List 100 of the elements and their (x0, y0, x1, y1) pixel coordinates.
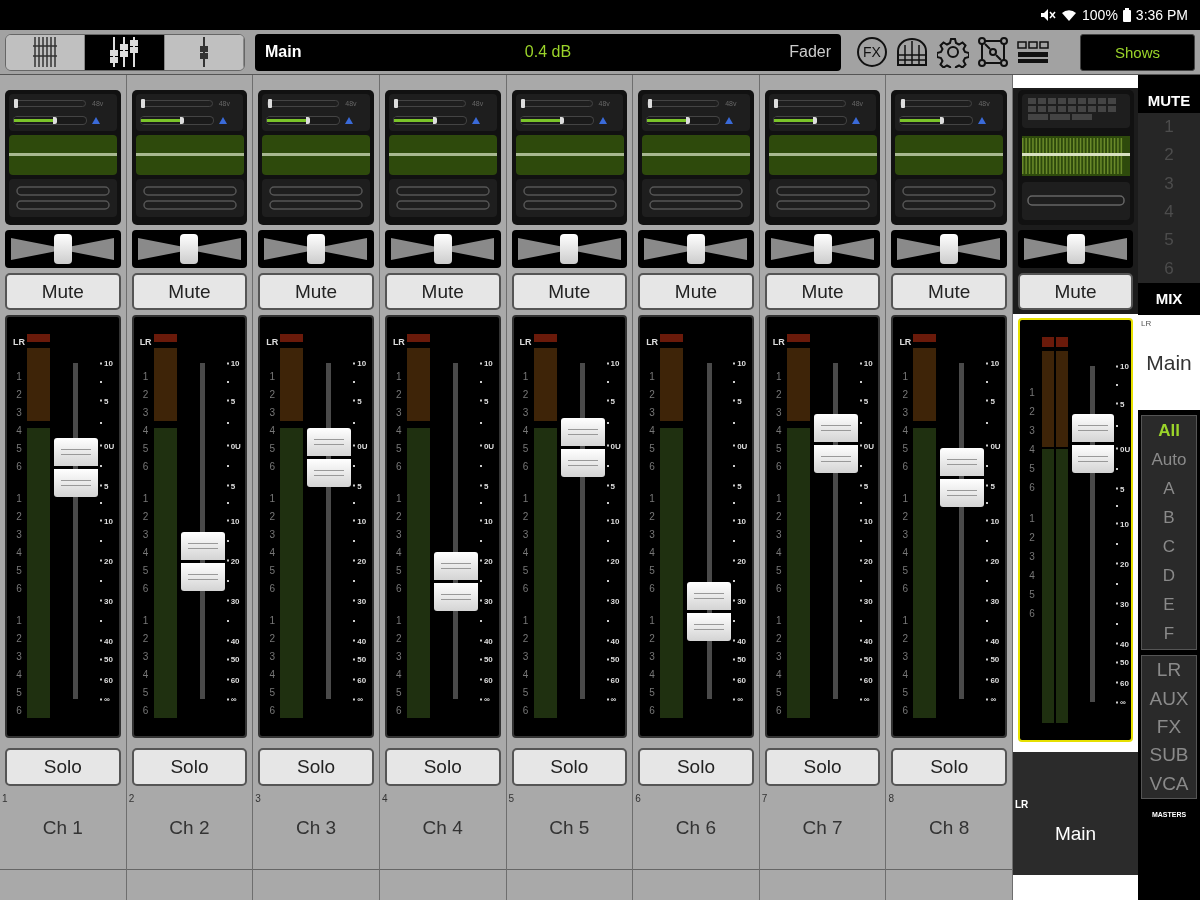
gain-slider-fill[interactable] (140, 117, 184, 124)
view-mode-tab[interactable] (85, 34, 165, 70)
input-slider-thumb[interactable] (14, 99, 19, 108)
pan-thumb[interactable] (940, 234, 959, 264)
pan-slider[interactable] (764, 230, 881, 268)
gain-slider[interactable] (647, 117, 720, 124)
filter-tab[interactable]: C (1142, 537, 1196, 558)
view-mode-tab[interactable] (6, 34, 86, 70)
pan-thumb[interactable] (560, 234, 579, 264)
channel-name-tab[interactable]: 6 Ch 6 (633, 786, 759, 869)
input-slider-thumb[interactable] (394, 99, 399, 108)
mute-button[interactable]: Mute (891, 273, 1007, 310)
mute-button[interactable]: Mute (131, 273, 248, 310)
pan-thumb[interactable] (813, 234, 832, 264)
channel-name-tab[interactable]: LR Main (1013, 752, 1138, 875)
routing-button[interactable] (977, 36, 1009, 68)
input-slider-thumb[interactable] (520, 99, 525, 108)
filter-tab[interactable]: A (1142, 478, 1196, 499)
gain-slider-fill[interactable] (393, 117, 438, 124)
channel-name-tab[interactable]: 3 Ch 3 (253, 786, 379, 869)
solo-button[interactable]: Solo (131, 748, 248, 786)
pan-thumb[interactable] (307, 234, 326, 264)
gain-slider[interactable] (140, 117, 213, 124)
solo-button[interactable]: Solo (5, 748, 121, 786)
pan-slider[interactable] (131, 230, 248, 268)
fader-knob[interactable] (1072, 413, 1114, 473)
fader-knob[interactable] (180, 531, 225, 591)
mute-button[interactable]: Mute (1018, 273, 1133, 310)
pan-thumb[interactable] (1066, 234, 1085, 264)
masters-tab[interactable]: FX (1142, 715, 1196, 738)
gain-slider-fill[interactable] (647, 117, 691, 124)
pan-slider[interactable] (511, 230, 628, 268)
eq-curve-drawing[interactable] (262, 135, 371, 175)
eq-curve-drawing[interactable] (768, 135, 877, 175)
channel-name-tab[interactable]: 8 Ch 8 (886, 786, 1012, 869)
mute-button[interactable]: Mute (384, 273, 501, 310)
filter-tab[interactable]: F (1142, 624, 1196, 645)
pan-thumb[interactable] (686, 234, 705, 264)
eq-curve-drawing[interactable] (895, 135, 1004, 175)
solo-button[interactable]: Solo (891, 748, 1007, 786)
gain-slider-fill[interactable] (14, 117, 58, 124)
gain-slider-fill[interactable] (267, 117, 311, 124)
gain-slider-fill[interactable] (900, 117, 944, 124)
channel-name-tab[interactable]: 2 Ch 2 (126, 786, 253, 869)
input-slider-thumb[interactable] (647, 99, 652, 108)
pan-slider[interactable] (1018, 230, 1133, 268)
mute-button[interactable]: Mute (511, 273, 628, 310)
input-slider-thumb[interactable] (141, 99, 145, 108)
processing-overview-drawing[interactable] (1018, 90, 1134, 225)
fader-knob[interactable] (54, 437, 98, 497)
solo-button[interactable]: Solo (258, 748, 374, 786)
settings-button[interactable] (937, 36, 969, 68)
input-slider-thumb[interactable] (267, 99, 272, 108)
fx-button[interactable]: FX (857, 37, 887, 67)
mute-button[interactable]: Mute (258, 273, 374, 310)
mute-button[interactable]: Mute (638, 273, 754, 310)
solo-button[interactable]: Solo (511, 748, 628, 786)
masters-tab[interactable]: AUX (1142, 687, 1196, 710)
solo-button[interactable]: Solo (764, 748, 881, 786)
fader-knob[interactable] (940, 447, 985, 507)
input-slider-thumb[interactable] (900, 99, 905, 108)
eq-curve-drawing[interactable] (515, 135, 624, 175)
gain-slider[interactable] (520, 117, 593, 124)
pan-slider[interactable] (258, 230, 374, 268)
fader-knob[interactable] (433, 551, 478, 611)
channel-name-tab[interactable]: 7 Ch 7 (759, 786, 886, 869)
mute-button[interactable]: Mute (764, 273, 881, 310)
mute-button[interactable]: Mute (5, 273, 121, 310)
pan-thumb[interactable] (180, 234, 199, 264)
eq-curve-drawing[interactable] (9, 135, 117, 175)
fader-knob[interactable] (307, 427, 352, 487)
pan-slider[interactable] (384, 230, 501, 268)
solo-button[interactable]: Solo (384, 748, 501, 786)
fader-knob[interactable] (687, 582, 732, 642)
gain-slider-fill[interactable] (520, 117, 564, 124)
pan-thumb[interactable] (433, 234, 452, 264)
filter-tab[interactable]: All (1142, 420, 1196, 441)
eq-curve-drawing[interactable] (135, 135, 244, 175)
pan-slider[interactable] (5, 230, 121, 268)
filter-tab[interactable]: E (1142, 595, 1196, 616)
gain-slider[interactable] (393, 117, 466, 124)
channel-name-tab[interactable]: 5 Ch 5 (506, 786, 633, 869)
shows-button[interactable]: Shows (1080, 33, 1195, 71)
masters-tab[interactable]: VCA (1142, 772, 1196, 795)
pan-slider[interactable] (638, 230, 754, 268)
gain-slider[interactable] (14, 117, 86, 124)
filter-tab[interactable]: Auto (1142, 449, 1196, 470)
gain-slider[interactable] (900, 117, 973, 124)
mix-selector[interactable]: LR Main (1138, 315, 1200, 410)
gain-slider[interactable] (773, 117, 846, 124)
keyboard-button[interactable] (895, 37, 929, 67)
eq-curve-drawing[interactable] (388, 135, 497, 175)
input-slider-thumb[interactable] (774, 99, 779, 108)
masters-tab[interactable]: SUB (1142, 744, 1196, 767)
gain-slider-fill[interactable] (773, 117, 817, 124)
channel-name-tab[interactable]: 1 Ch 1 (0, 786, 126, 869)
pan-thumb[interactable] (53, 234, 72, 264)
eq-curve-drawing[interactable] (642, 135, 751, 175)
filter-tab[interactable]: D (1142, 566, 1196, 587)
filter-tab[interactable]: B (1142, 507, 1196, 528)
